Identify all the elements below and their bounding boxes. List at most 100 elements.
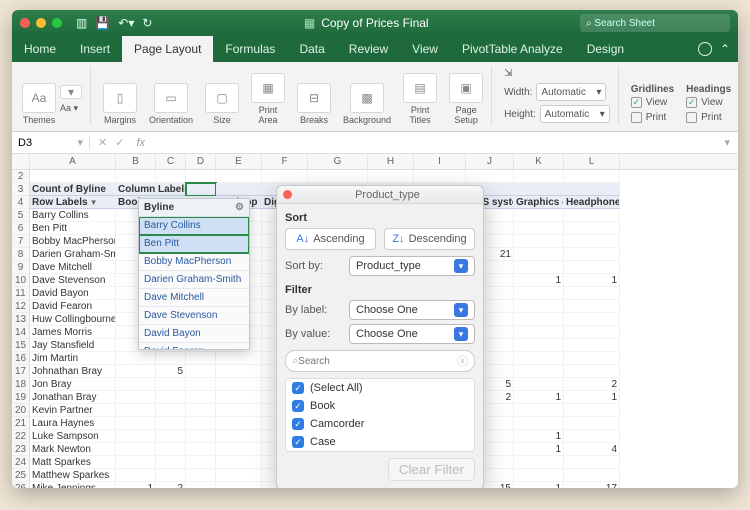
autofilter-item[interactable]: David Bayon [139, 325, 249, 343]
layout-icon[interactable]: ▥ [76, 16, 87, 30]
breaks-button[interactable]: ⊟ [297, 83, 331, 113]
tab-design[interactable]: Design [575, 36, 636, 62]
tab-data[interactable]: Data [287, 36, 336, 62]
tab-view[interactable]: View [400, 36, 450, 62]
data-cell[interactable]: 5 [156, 365, 186, 378]
data-cell[interactable]: 2 [156, 482, 186, 488]
checkbox-icon[interactable]: ✓ [292, 382, 304, 394]
data-cell[interactable] [116, 430, 156, 443]
data-cell[interactable]: 1 [514, 274, 564, 287]
autofilter-settings-icon[interactable]: ⚙ [235, 202, 244, 213]
filter-list-item[interactable]: ✓Book [286, 397, 474, 415]
data-cell[interactable] [564, 261, 620, 274]
data-cell[interactable]: 1 [514, 430, 564, 443]
popup-close-button[interactable] [283, 190, 292, 199]
autofilter-item[interactable]: Ben Pitt [139, 235, 249, 253]
data-cell[interactable] [564, 222, 620, 235]
background-button[interactable]: ▩ [350, 83, 384, 113]
col-header-G[interactable]: G [308, 154, 368, 169]
collapse-ribbon-icon[interactable]: ⌃ [720, 42, 730, 56]
data-cell[interactable] [564, 417, 620, 430]
clear-search-icon[interactable]: ⓧ [457, 353, 468, 369]
col-header-A[interactable]: A [30, 154, 116, 169]
data-cell[interactable] [514, 326, 564, 339]
sort-descending-button[interactable]: Z↓Descending [384, 228, 475, 250]
data-cell[interactable] [116, 456, 156, 469]
data-cell[interactable] [116, 417, 156, 430]
search-sheet-field[interactable]: ⌕ Search Sheet [580, 14, 730, 32]
data-cell[interactable] [216, 378, 262, 391]
data-cell[interactable] [564, 404, 620, 417]
pivot-column-labels[interactable]: Column Labels▼ [116, 183, 186, 196]
data-cell[interactable] [186, 365, 216, 378]
data-cell[interactable]: 1 [564, 391, 620, 404]
cancel-icon[interactable]: ✕ [98, 136, 107, 149]
data-cell[interactable] [564, 235, 620, 248]
data-cell[interactable] [156, 378, 186, 391]
filter-list-item[interactable]: ✓Camcorder [286, 415, 474, 433]
data-cell[interactable] [514, 352, 564, 365]
data-cell[interactable] [216, 443, 262, 456]
arrange-icon[interactable]: ⇲ [504, 68, 512, 79]
data-cell[interactable] [116, 352, 156, 365]
data-cell[interactable] [514, 456, 564, 469]
selected-cell[interactable] [186, 183, 216, 196]
col-header-B[interactable]: B [116, 154, 156, 169]
data-cell[interactable]: 1 [514, 443, 564, 456]
headings-view-checkbox[interactable]: ✓ [686, 97, 697, 108]
data-cell[interactable] [156, 404, 186, 417]
data-cell[interactable] [514, 287, 564, 300]
data-cell[interactable] [216, 352, 262, 365]
data-cell[interactable] [216, 469, 262, 482]
data-cell[interactable] [116, 378, 156, 391]
data-cell[interactable] [564, 456, 620, 469]
data-cell[interactable] [514, 417, 564, 430]
data-cell[interactable] [564, 209, 620, 222]
print-area-button[interactable]: ▦ [251, 73, 285, 103]
checkbox-icon[interactable]: ✓ [292, 418, 304, 430]
select-all-corner[interactable] [12, 154, 30, 169]
tab-review[interactable]: Review [337, 36, 400, 62]
data-cell[interactable] [216, 482, 262, 488]
data-cell[interactable] [564, 287, 620, 300]
data-cell[interactable] [156, 417, 186, 430]
data-cell[interactable] [216, 391, 262, 404]
filter-search-field[interactable]: ⌕ ⓧ [285, 350, 475, 372]
checkbox-icon[interactable]: ✓ [292, 436, 304, 448]
minimize-window-button[interactable] [36, 18, 46, 28]
gridlines-print-checkbox[interactable] [631, 112, 642, 123]
tab-formulas[interactable]: Formulas [213, 36, 287, 62]
data-cell[interactable]: 1 [564, 274, 620, 287]
data-cell[interactable] [564, 430, 620, 443]
confirm-icon[interactable]: ✓ [115, 136, 124, 149]
filter-list-item[interactable]: ✓(Select All) [286, 379, 474, 397]
themes-button[interactable]: Aa [22, 83, 56, 113]
data-cell[interactable] [186, 417, 216, 430]
zoom-window-button[interactable] [52, 18, 62, 28]
colors-button[interactable]: ▾ [60, 85, 82, 99]
by-value-select[interactable]: Choose One▾ [349, 324, 475, 344]
margins-button[interactable]: ▯ [103, 83, 137, 113]
col-header-F[interactable]: F [262, 154, 308, 169]
data-cell[interactable] [186, 378, 216, 391]
sort-ascending-button[interactable]: A↓Ascending [285, 228, 376, 250]
autofilter-item[interactable]: Darien Graham-Smith [139, 271, 249, 289]
data-cell[interactable] [186, 443, 216, 456]
data-cell[interactable] [514, 209, 564, 222]
data-cell[interactable]: 4 [564, 443, 620, 456]
data-cell[interactable] [156, 352, 186, 365]
autofilter-item[interactable]: Dave Stevenson [139, 307, 249, 325]
data-cell[interactable] [116, 443, 156, 456]
data-cell[interactable]: 2 [564, 378, 620, 391]
data-cell[interactable] [156, 443, 186, 456]
data-cell[interactable] [514, 404, 564, 417]
tab-home[interactable]: Home [12, 36, 68, 62]
data-cell[interactable] [514, 300, 564, 313]
col-header-J[interactable]: J [466, 154, 514, 169]
data-cell[interactable] [186, 430, 216, 443]
pivot-row-labels[interactable]: Row Labels▼ [30, 196, 116, 209]
tab-pivottable-analyze[interactable]: PivotTable Analyze [450, 36, 575, 62]
page-setup-button[interactable]: ▣ [449, 73, 483, 103]
data-cell[interactable]: 1 [116, 482, 156, 488]
size-button[interactable]: ▢ [205, 83, 239, 113]
